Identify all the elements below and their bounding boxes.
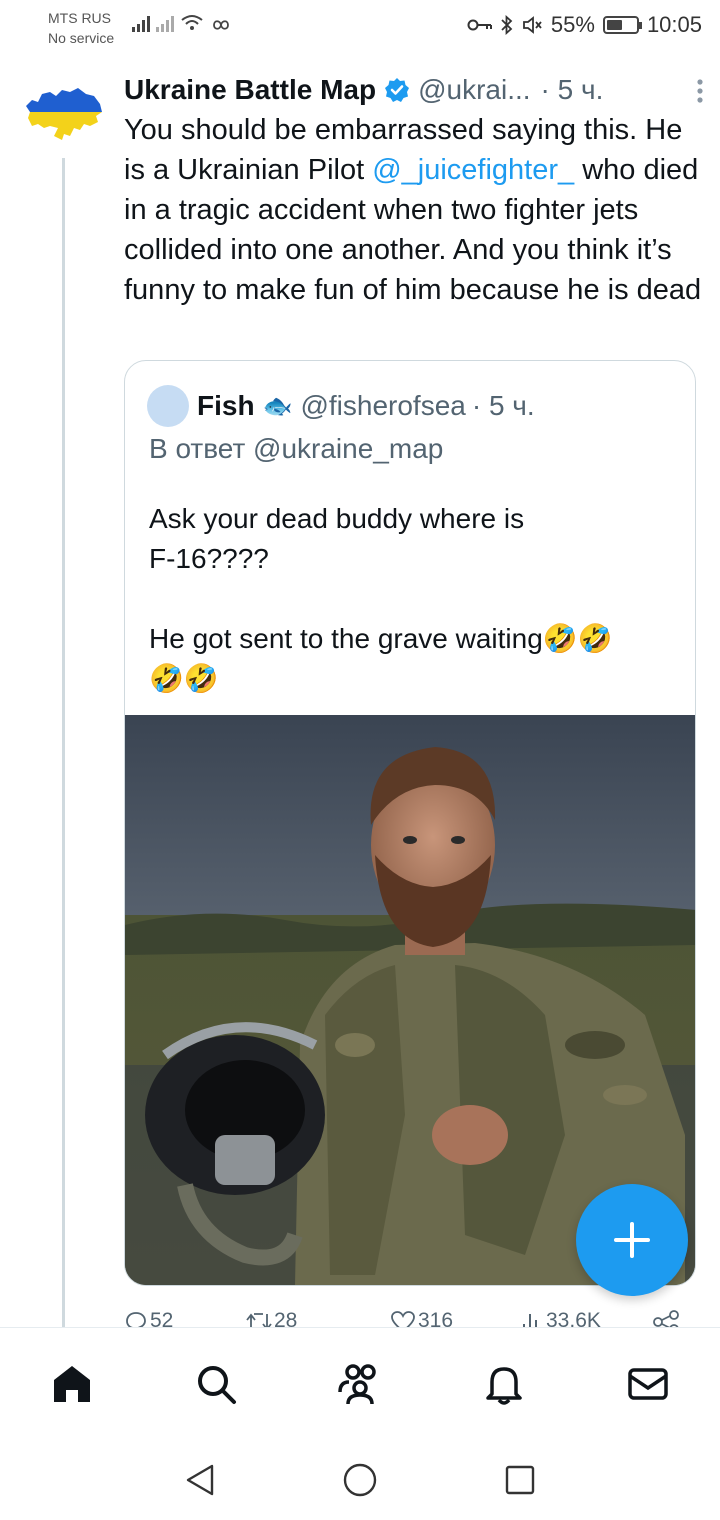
tweet-text: You should be embarrassed saying this. H… (124, 110, 704, 310)
quoted-line: 🤣🤣 (149, 663, 219, 694)
home-circle-icon (343, 1463, 377, 1497)
quoted-line: He got sent to the grave waiting🤣🤣 (149, 623, 613, 654)
system-nav (0, 1440, 720, 1520)
quoted-line (149, 579, 669, 619)
author-handle[interactable]: @ukrai... (418, 74, 530, 106)
status-right: 55% 10:05 (467, 12, 702, 38)
signal-2-icon (156, 16, 174, 32)
nav-notifications[interactable] (480, 1360, 528, 1408)
nav-search[interactable] (192, 1360, 240, 1408)
home-system-button[interactable] (338, 1458, 382, 1502)
carrier-name: MTS RUS (48, 10, 111, 26)
search-icon (198, 1366, 236, 1404)
home-icon (54, 1366, 90, 1402)
wifi-icon (181, 15, 203, 30)
quoted-line: F-16???? (149, 543, 269, 574)
ukraine-map-flag-icon[interactable] (24, 84, 104, 142)
key-icon (467, 19, 492, 31)
back-button[interactable] (178, 1458, 222, 1502)
quoted-tweet-text: Ask your dead buddy where is F-16???? He… (149, 499, 669, 699)
infinity-icon (213, 20, 229, 30)
compose-button[interactable] (576, 1184, 688, 1296)
quoted-author-name: Fish (197, 390, 255, 421)
signal-indicators (132, 14, 232, 32)
bottom-nav (0, 1327, 720, 1439)
bluetooth-icon (501, 15, 513, 35)
battery-percent: 55% (550, 12, 595, 37)
communities-icon (338, 1364, 376, 1405)
nav-messages[interactable] (624, 1360, 672, 1408)
quoted-author-handle: @fisherofsea (300, 390, 466, 421)
reply-context: В ответ @ukraine_map (149, 433, 444, 464)
quoted-tweet-card[interactable]: Fish 🐟 @fisherofsea · 5 ч. В ответ @ukra… (124, 360, 696, 1286)
mute-icon (522, 16, 542, 34)
verified-badge-icon (385, 78, 410, 102)
battery-level (606, 20, 623, 30)
tweet-header: Ukraine Battle Map @ukrai... · 5 ч. (124, 70, 704, 110)
carrier-info: MTS RUS No service (48, 8, 114, 48)
avatar[interactable] (147, 385, 189, 427)
quoted-tweet-time: · 5 ч. (471, 390, 535, 421)
thread-line (62, 158, 65, 1328)
tweet-time[interactable]: · 5 ч. (541, 74, 604, 106)
author-name[interactable]: Ukraine Battle Map (124, 74, 376, 106)
clock: 10:05 (646, 12, 702, 37)
fish-emoji: 🐟 (262, 392, 293, 420)
signal-icon (132, 16, 150, 32)
battery-icon (602, 16, 642, 34)
recents-button[interactable] (498, 1458, 542, 1502)
mention-link[interactable]: @_juicefighter_ (372, 154, 574, 186)
messages-icon (628, 1368, 668, 1400)
nav-communities[interactable] (336, 1360, 384, 1408)
plus-icon (614, 1222, 650, 1258)
nav-home[interactable] (48, 1360, 96, 1408)
quoted-line: Ask your dead buddy where is (149, 503, 525, 534)
quoted-tweet-header: Fish 🐟 @fisherofsea · 5 ч. (147, 385, 535, 427)
carrier-status: No service (48, 30, 115, 46)
back-icon (186, 1464, 214, 1496)
notifications-icon (486, 1367, 522, 1405)
recents-icon (505, 1465, 535, 1495)
status-bar: MTS RUS No service 55% 10:05 (0, 0, 720, 56)
more-options-icon[interactable] (696, 78, 704, 111)
